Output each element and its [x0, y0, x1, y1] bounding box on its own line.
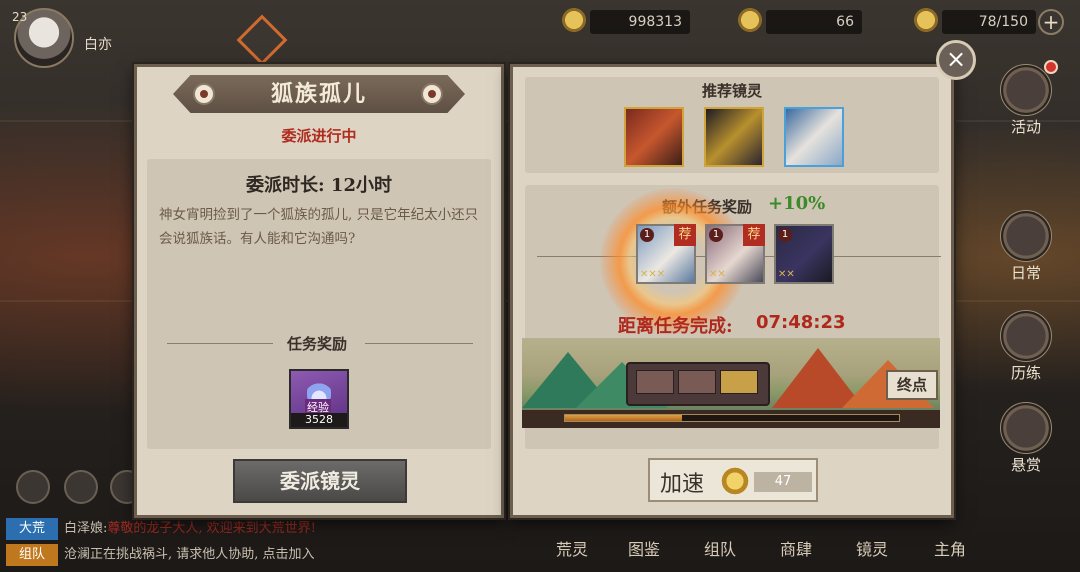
- chat-text: 沧澜正在挑战祸斗, 请求他人协助, 点击加入: [64, 547, 315, 562]
- journey-scene: [522, 338, 940, 428]
- coin-icon: [560, 6, 588, 34]
- commission-detail-panel: 狐族孤儿 委派进行中 委派时长: 12小时 神女宵明捡到了一个狐族的孤儿, 只是…: [134, 64, 504, 518]
- train-engine: [720, 370, 758, 394]
- bottom-nav-item[interactable]: 商肆: [780, 536, 812, 560]
- slot-level: 1: [640, 228, 654, 242]
- commission-description: 神女宵明捡到了一个狐族的孤儿, 只是它年纪太小还只会说狐族话。有人能和它沟通吗?: [159, 207, 479, 247]
- train-car: [636, 370, 674, 394]
- recommended-spirit-2[interactable]: [704, 107, 764, 167]
- reward-header: 任务奖励: [287, 335, 348, 353]
- jade-icon: [736, 6, 764, 34]
- recommended-spirit-1[interactable]: [624, 107, 684, 167]
- assigned-spirit-slot-2[interactable]: 1 荐 ✕✕: [705, 224, 765, 284]
- divider: [365, 343, 473, 344]
- slot-level: 1: [778, 228, 792, 242]
- commission-status: 委派进行中: [281, 127, 357, 145]
- star-icon: ✕✕✕: [640, 269, 666, 280]
- timer-value: 07:48:23: [756, 312, 846, 333]
- bottom-nav-item[interactable]: 组队: [704, 536, 736, 560]
- commission-title: 狐族孤儿: [270, 81, 367, 107]
- jade-count: 66: [766, 10, 862, 34]
- notification-dot: [1044, 60, 1058, 74]
- side-menu-item[interactable]: 活动: [996, 64, 1056, 137]
- chat-speaker: 白泽娘:: [64, 521, 108, 536]
- side-menu-label: 历练: [1010, 364, 1041, 382]
- star-icon: ✕✕: [709, 269, 726, 280]
- bonus-value: +10%: [768, 193, 826, 214]
- close-button[interactable]: ×: [936, 40, 976, 80]
- reward-count: 3528: [291, 413, 347, 427]
- bottom-nav-item[interactable]: 荒灵: [556, 536, 588, 560]
- bottom-nav-item[interactable]: 主角: [934, 536, 966, 560]
- commission-duration: 委派时长: 12小时: [246, 175, 392, 196]
- chat-channel-tag: 组队: [6, 544, 58, 566]
- side-menu-item[interactable]: 历练: [996, 310, 1056, 383]
- speedup-coin-icon: [720, 466, 750, 496]
- journey-progress-bar: [564, 414, 900, 422]
- recommend-tag: 荐: [674, 224, 696, 246]
- train-icon: [626, 362, 770, 406]
- slot-level: 1: [709, 228, 723, 242]
- journey-progress-fill: [565, 415, 682, 421]
- daily-icon: [1000, 210, 1052, 262]
- top-bar: 23 白亦 998313 66 78/150 +: [0, 0, 1080, 68]
- training-icon: [1000, 310, 1052, 362]
- train-car: [678, 370, 716, 394]
- divider: [167, 343, 273, 344]
- speedup-cost: 47: [754, 472, 812, 492]
- side-menu-label: 悬赏: [1010, 456, 1041, 474]
- side-menu-item[interactable]: 日常: [996, 210, 1056, 283]
- activity-icon: [1000, 64, 1052, 116]
- dispatch-button[interactable]: 委派镜灵: [233, 459, 407, 503]
- side-menu-label: 日常: [1010, 264, 1041, 282]
- recommend-title: 推荐镜灵: [701, 82, 762, 100]
- end-point-button[interactable]: 终点: [886, 370, 938, 400]
- speedup-label: 加速: [660, 472, 705, 497]
- timer-label: 距离任务完成:: [618, 316, 733, 337]
- star-icon: ✕✕: [778, 269, 795, 280]
- chat-text: 尊敬的龙子大人, 欢迎来到大荒世界!: [107, 521, 316, 536]
- stamina-count: 78/150: [942, 10, 1036, 34]
- side-menu-label: 活动: [1010, 118, 1041, 136]
- add-stamina-button[interactable]: +: [1038, 9, 1064, 35]
- reward-exp-item[interactable]: 经验 3528: [289, 369, 349, 429]
- bounty-icon: [1000, 402, 1052, 454]
- recommended-spirit-3[interactable]: [784, 107, 844, 167]
- speedup-button[interactable]: 加速 47: [648, 458, 818, 502]
- player-name: 白亦: [84, 37, 112, 53]
- side-menu-item[interactable]: 悬赏: [996, 402, 1056, 475]
- stamina-icon: [912, 6, 940, 34]
- chat-channel-tag: 大荒: [6, 518, 58, 540]
- bottom-nav-item[interactable]: 镜灵: [856, 536, 888, 560]
- chat-message[interactable]: 大荒 白泽娘:尊敬的龙子大人, 欢迎来到大荒世界!: [0, 518, 480, 540]
- bottom-nav-item[interactable]: 图鉴: [628, 536, 660, 560]
- player-level: 23: [12, 10, 28, 24]
- assigned-spirit-slot-1[interactable]: 1 荐 ✕✕✕: [636, 224, 696, 284]
- recommend-tag: 荐: [743, 224, 765, 246]
- chat-message[interactable]: 组队 沧澜正在挑战祸斗, 请求他人协助, 点击加入: [0, 544, 480, 566]
- friends-icon[interactable]: [16, 470, 50, 504]
- coin-count: 998313: [590, 10, 690, 34]
- assigned-spirit-slot-3[interactable]: 1 ✕✕: [774, 224, 834, 284]
- mail-icon[interactable]: [64, 470, 98, 504]
